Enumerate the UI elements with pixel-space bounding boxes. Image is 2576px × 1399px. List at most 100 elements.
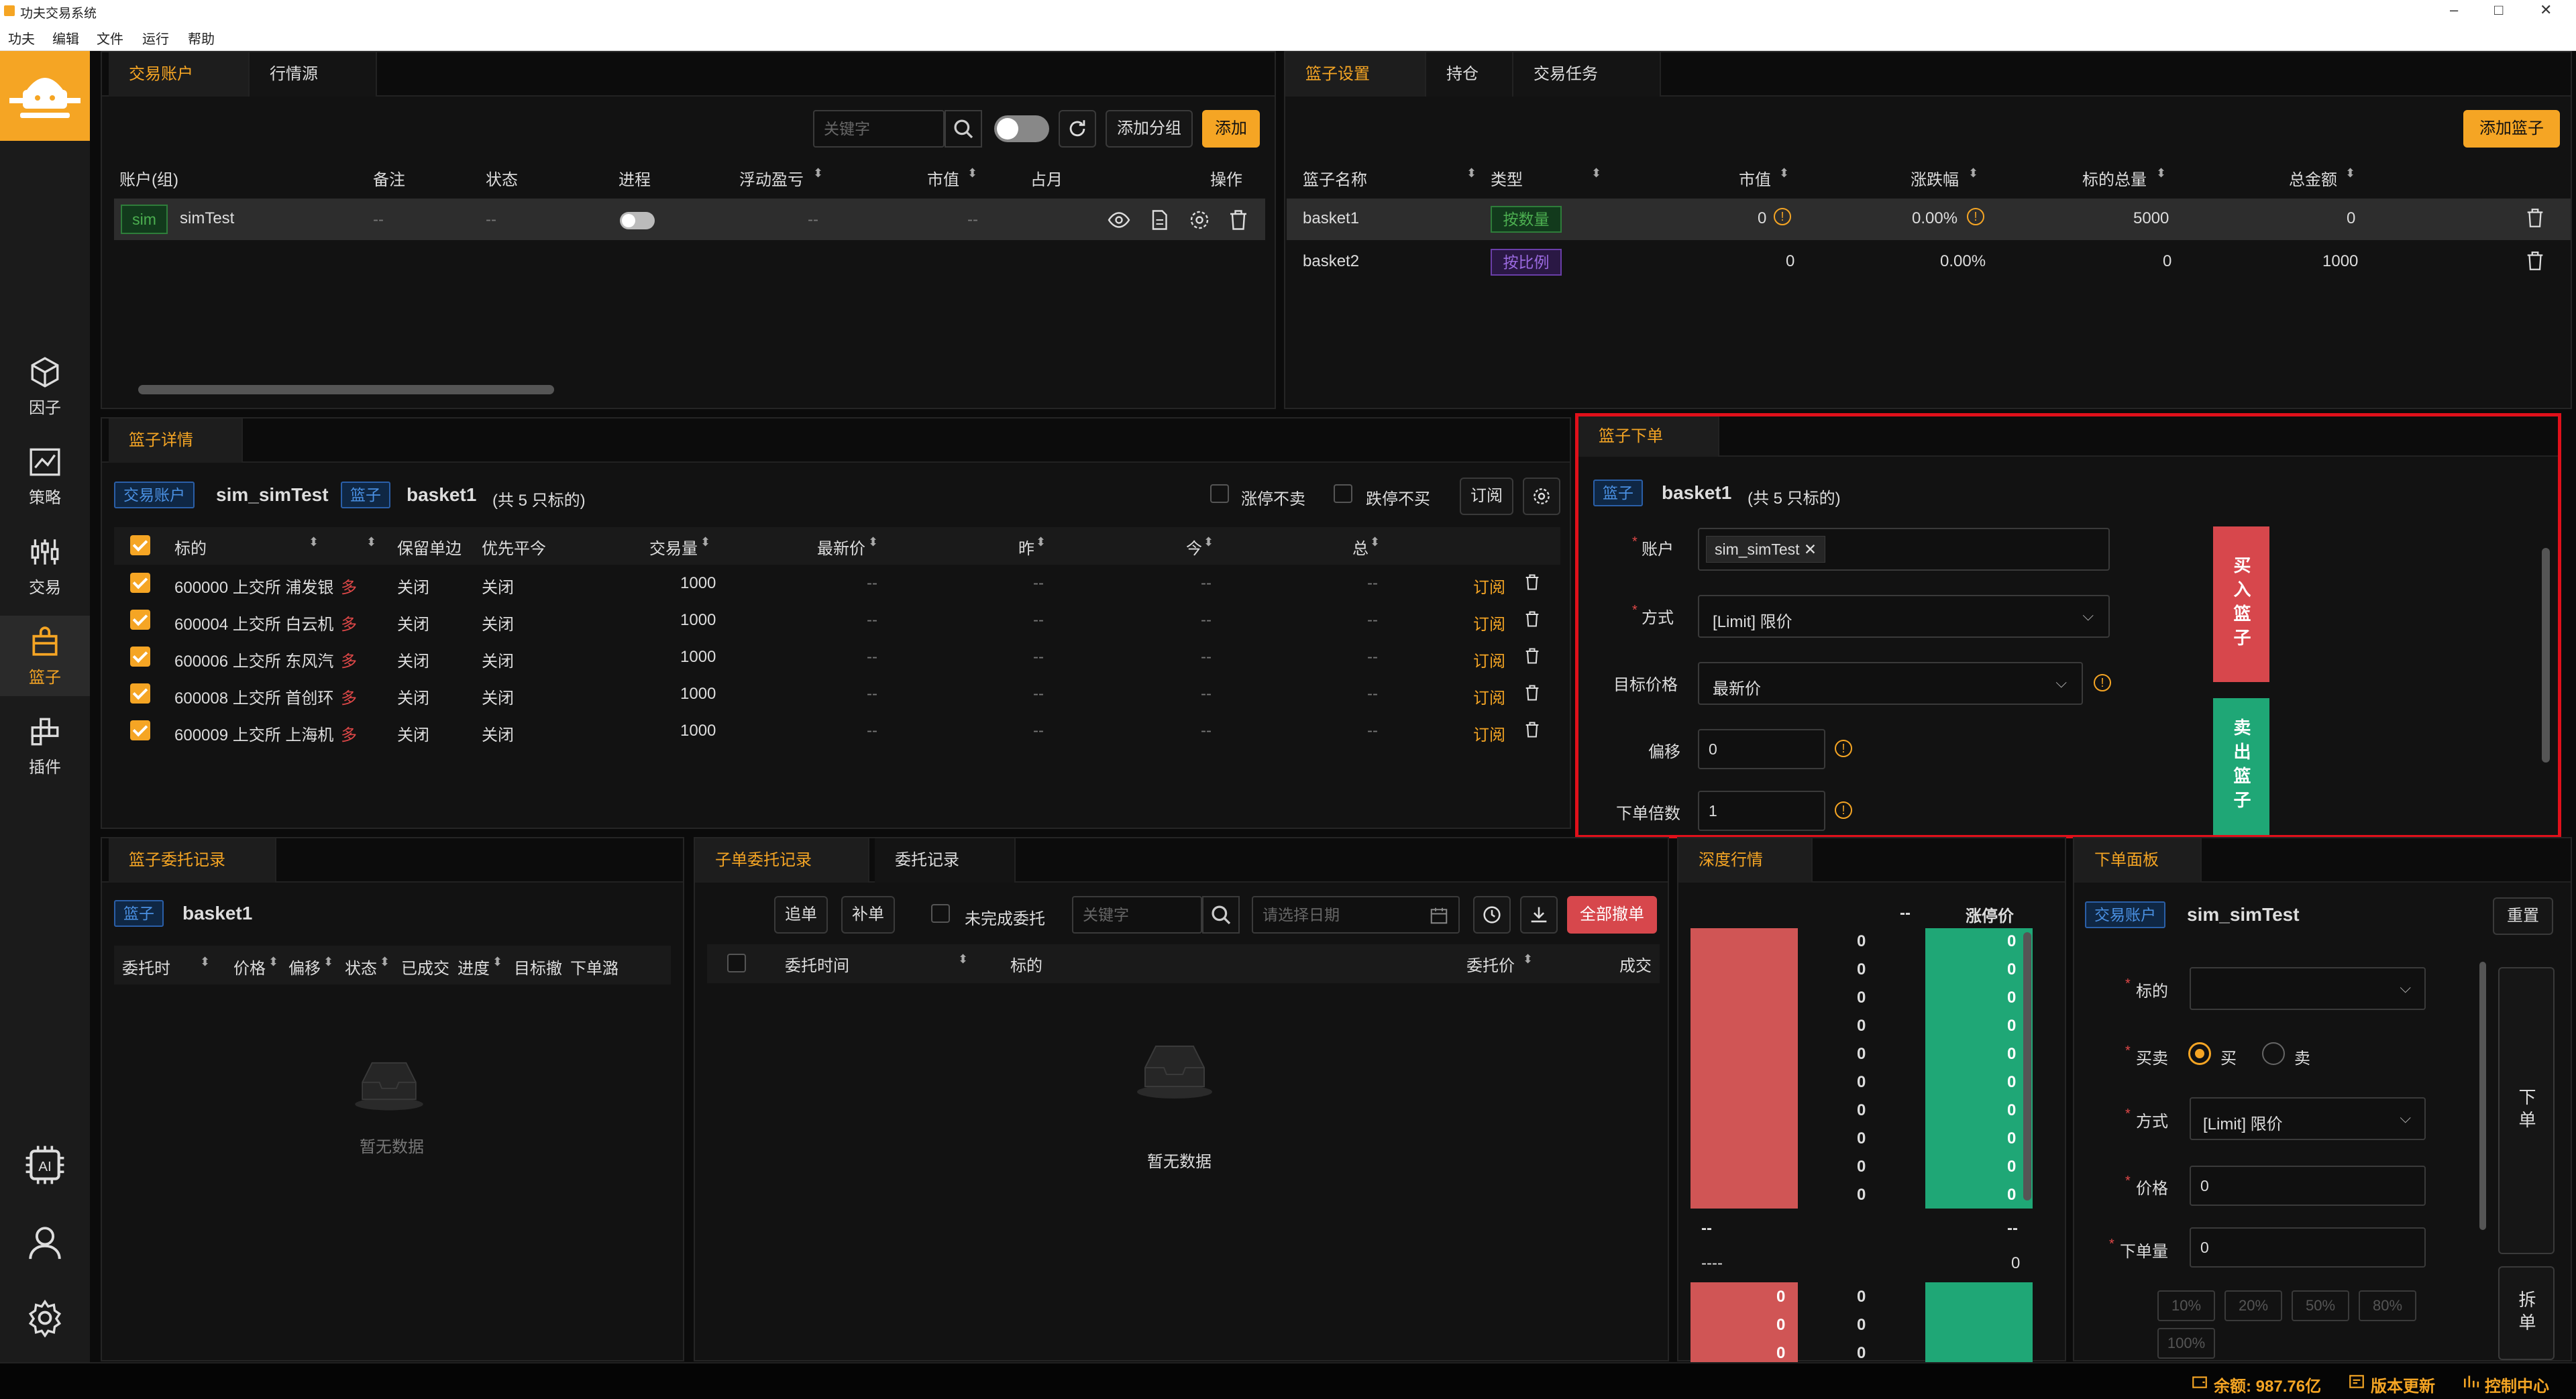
tab-basket-orders[interactable]: 篮子委托记录 xyxy=(109,838,276,883)
sort-icon[interactable]: ⬍ xyxy=(2156,166,2166,180)
minimize-button[interactable]: – xyxy=(2450,1,2458,19)
pct-80-button[interactable]: 80% xyxy=(2359,1290,2416,1321)
sort-icon[interactable]: ⬍ xyxy=(2345,166,2355,180)
sort-icon[interactable]: ⬍ xyxy=(868,535,878,549)
no-sell-at-limit-checkbox[interactable] xyxy=(1210,484,1229,503)
sort-icon[interactable]: ⬍ xyxy=(1370,535,1380,549)
version-update-link[interactable]: 版本更新 xyxy=(2371,1373,2435,1396)
settings-gear-icon[interactable] xyxy=(25,1298,64,1337)
sort-icon[interactable]: ⬍ xyxy=(1968,166,1978,180)
order-search-input[interactable]: 关键字 xyxy=(1072,896,1202,934)
sort-icon[interactable]: ⬍ xyxy=(1591,166,1601,180)
row-checkbox[interactable] xyxy=(130,610,150,630)
gear-icon[interactable] xyxy=(1187,208,1212,232)
trash-icon[interactable] xyxy=(1523,647,1542,665)
info-icon[interactable]: ! xyxy=(1774,208,1791,225)
submit-order-button[interactable]: 下单 xyxy=(2498,967,2555,1254)
subscribe-all-button[interactable]: 订阅 xyxy=(1460,478,1513,515)
trash-icon[interactable] xyxy=(1523,610,1542,628)
col-last-price[interactable]: 最新价 xyxy=(817,535,865,559)
menu-edit[interactable]: 编辑 xyxy=(52,28,79,48)
chase-order-button[interactable]: 追单 xyxy=(774,896,828,934)
sell-radio[interactable] xyxy=(2262,1042,2285,1065)
col-total-amount[interactable]: 总金额 xyxy=(2289,166,2337,190)
sort-icon[interactable]: ⬍ xyxy=(813,166,823,180)
fill-order-button[interactable]: 补单 xyxy=(841,896,895,934)
sort-icon[interactable]: ⬍ xyxy=(380,955,390,969)
col-change[interactable]: 涨跌幅 xyxy=(1911,166,1959,190)
document-icon[interactable] xyxy=(1147,208,1171,232)
pct-100-button[interactable]: 100% xyxy=(2157,1328,2215,1359)
search-button[interactable] xyxy=(1202,896,1240,934)
tab-order-panel[interactable]: 下单面板 xyxy=(2074,838,2202,883)
multiplier-input[interactable]: 1 xyxy=(1698,791,1825,831)
ai-chip-icon[interactable]: AI xyxy=(24,1144,66,1186)
menu-run[interactable]: 运行 xyxy=(142,28,169,48)
sort-icon[interactable]: ⬍ xyxy=(323,955,333,969)
tab-trade-tasks[interactable]: 交易任务 xyxy=(1513,52,1661,97)
offset-input[interactable]: 0 xyxy=(1698,729,1825,769)
target-price-select[interactable]: 最新价 ⌵ xyxy=(1698,662,2083,705)
sidebar-item-plugin[interactable]: 插件 xyxy=(0,706,90,786)
col-pnl[interactable]: 浮动盈亏 xyxy=(739,166,804,190)
tab-basket-detail[interactable]: 篮子详情 xyxy=(109,418,243,463)
vertical-scrollbar[interactable] xyxy=(2479,962,2486,1230)
sort-icon[interactable]: ⬍ xyxy=(309,535,319,549)
add-account-button[interactable]: 添加 xyxy=(1202,110,1260,148)
col-order-time[interactable]: 委托时间 xyxy=(785,952,849,976)
method-select[interactable]: [Limit] 限价 ⌵ xyxy=(1698,595,2110,638)
row-subscribe-link[interactable]: 订阅 xyxy=(1473,685,1505,708)
info-icon[interactable]: ! xyxy=(1835,801,1852,819)
col-today[interactable]: 今 xyxy=(1186,535,1202,559)
sort-icon[interactable]: ⬍ xyxy=(1036,535,1046,549)
col-price[interactable]: 价格 xyxy=(233,955,266,978)
col-total[interactable]: 总 xyxy=(1352,535,1368,559)
row-subscribe-link[interactable]: 订阅 xyxy=(1473,574,1505,598)
col-progress[interactable]: 进度 xyxy=(458,955,490,978)
add-group-button[interactable]: 添加分组 xyxy=(1106,110,1193,148)
menu-file[interactable]: 文件 xyxy=(97,28,123,48)
qty-input[interactable]: 0 xyxy=(2190,1227,2426,1268)
col-basket-mv[interactable]: 市值 xyxy=(1739,166,1771,190)
maximize-button[interactable]: □ xyxy=(2494,1,2503,19)
tab-market-source[interactable]: 行情源 xyxy=(250,52,377,97)
select-all-checkbox[interactable] xyxy=(727,954,746,972)
unfinished-checkbox[interactable] xyxy=(931,904,950,923)
sort-icon[interactable]: ⬍ xyxy=(967,166,977,180)
sort-icon[interactable]: ⬍ xyxy=(268,955,278,969)
row-subscribe-link[interactable]: 订阅 xyxy=(1473,722,1505,745)
col-order-price[interactable]: 委托价 xyxy=(1466,952,1515,976)
method-select[interactable]: [Limit] 限价 ⌵ xyxy=(2190,1097,2426,1140)
calendar-icon[interactable] xyxy=(1429,905,1449,926)
trash-icon[interactable] xyxy=(1523,683,1542,702)
col-account[interactable]: 账户(组) xyxy=(119,166,178,190)
no-buy-at-limit-checkbox[interactable] xyxy=(1334,484,1352,503)
price-input[interactable]: 0 xyxy=(2190,1166,2426,1206)
process-toggle[interactable] xyxy=(620,212,655,229)
row-checkbox[interactable] xyxy=(130,647,150,667)
vertical-scrollbar[interactable] xyxy=(2023,932,2031,1200)
col-yesterday[interactable]: 昨 xyxy=(1018,535,1034,559)
trash-icon[interactable] xyxy=(2524,207,2546,229)
col-total-qty[interactable]: 标的总量 xyxy=(2082,166,2147,190)
sidebar-item-trade[interactable]: 交易 xyxy=(0,526,90,606)
col-symbol[interactable]: 标的 xyxy=(174,535,207,559)
horizontal-scrollbar[interactable] xyxy=(138,385,554,394)
tab-child-orders[interactable]: 子单委托记录 xyxy=(695,838,869,883)
row-checkbox[interactable] xyxy=(130,720,150,740)
eye-icon[interactable] xyxy=(1107,208,1131,232)
col-type[interactable]: 类型 xyxy=(1491,166,1523,190)
symbol-select[interactable]: ⌵ xyxy=(2190,967,2426,1010)
sort-icon[interactable]: ⬍ xyxy=(1203,535,1214,549)
buy-radio[interactable] xyxy=(2188,1042,2211,1065)
sort-icon[interactable]: ⬍ xyxy=(700,535,710,549)
account-search-input[interactable]: 关键字 xyxy=(813,110,945,148)
pct-20-button[interactable]: 20% xyxy=(2224,1290,2282,1321)
history-button[interactable] xyxy=(1473,896,1511,934)
refresh-button[interactable] xyxy=(1059,110,1096,148)
sort-icon[interactable]: ⬍ xyxy=(1523,952,1533,966)
split-order-button[interactable]: 拆单 xyxy=(2498,1266,2555,1360)
info-icon[interactable]: ! xyxy=(2094,674,2111,691)
sort-icon[interactable]: ⬍ xyxy=(366,535,376,549)
sort-icon[interactable]: ⬍ xyxy=(958,952,968,966)
